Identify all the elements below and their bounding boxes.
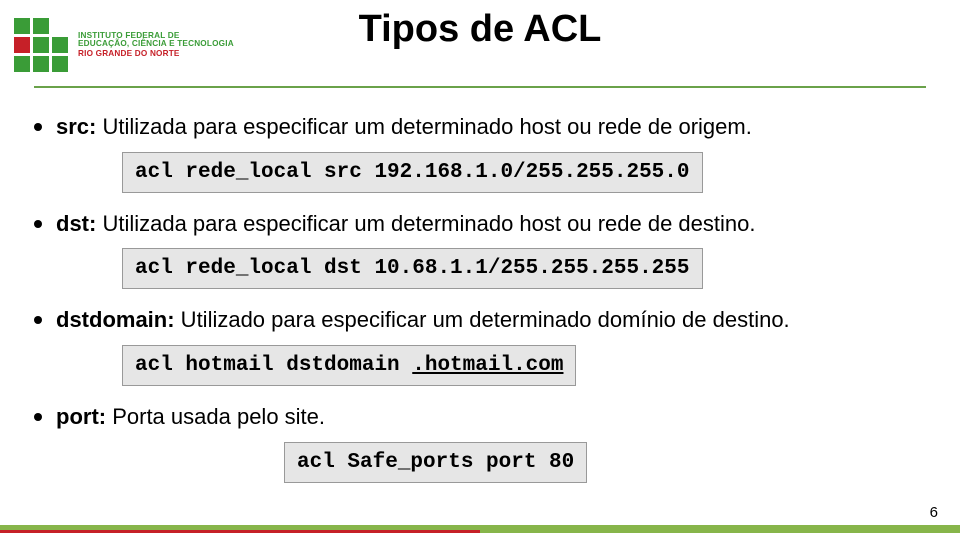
bullet-port: port: Porta usada pelo site. (34, 402, 926, 432)
content-area: src: Utilizada para especificar um deter… (34, 112, 926, 487)
logo-line-3: RIO GRANDE DO NORTE (78, 50, 234, 59)
bullet-text: dst: Utilizada para especificar um deter… (56, 209, 755, 239)
footer-bars (0, 525, 960, 533)
bullet-term: src: (56, 114, 96, 139)
bullet-text: dstdomain: Utilizado para especificar um… (56, 305, 790, 335)
bullet-dot-icon (34, 413, 42, 421)
bullet-dst: dst: Utilizada para especificar um deter… (34, 209, 926, 239)
code-src: acl rede_local src 192.168.1.0/255.255.2… (122, 152, 703, 193)
bullet-text: port: Porta usada pelo site. (56, 402, 325, 432)
bullet-src: src: Utilizada para especificar um deter… (34, 112, 926, 142)
bullet-dot-icon (34, 220, 42, 228)
bullet-term: port: (56, 404, 106, 429)
title-underline (34, 86, 926, 88)
bullet-dstdomain: dstdomain: Utilizado para especificar um… (34, 305, 926, 335)
slide: INSTITUTO FEDERAL DE EDUCAÇÃO, CIÊNCIA E… (0, 0, 960, 533)
bullet-term: dst: (56, 211, 96, 236)
code-dst: acl rede_local dst 10.68.1.1/255.255.255… (122, 248, 703, 289)
code-port: acl Safe_ports port 80 (284, 442, 587, 483)
bullet-desc: Porta usada pelo site. (106, 404, 325, 429)
code-dstdomain-host: .hotmail.com (412, 354, 563, 377)
code-dstdomain-pre: acl hotmail dstdomain (135, 354, 412, 377)
page-number: 6 (930, 504, 938, 521)
bullet-dot-icon (34, 316, 42, 324)
code-dstdomain: acl hotmail dstdomain .hotmail.com (122, 345, 576, 386)
bullet-term: dstdomain: (56, 307, 175, 332)
slide-title: Tipos de ACL (0, 8, 960, 51)
bullet-desc: Utilizada para especificar um determinad… (96, 114, 751, 139)
bullet-desc: Utilizada para especificar um determinad… (96, 211, 755, 236)
bullet-text: src: Utilizada para especificar um deter… (56, 112, 752, 142)
bullet-dot-icon (34, 123, 42, 131)
bullet-desc: Utilizado para especificar um determinad… (175, 307, 790, 332)
